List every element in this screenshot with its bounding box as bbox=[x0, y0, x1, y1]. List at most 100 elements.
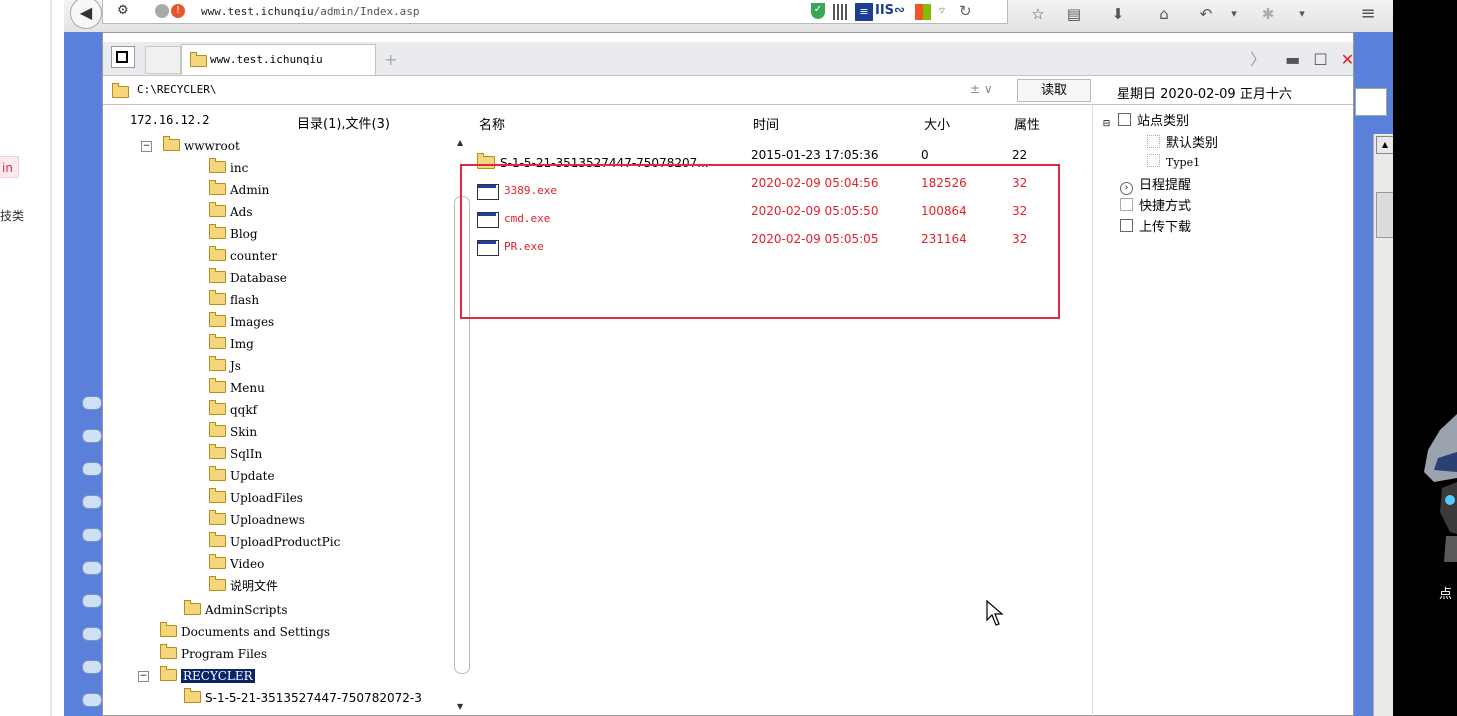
tree-node[interactable]: 说明文件 bbox=[209, 576, 278, 596]
tree-node[interactable]: Blog bbox=[209, 224, 258, 244]
tree-node[interactable]: qqkf bbox=[209, 400, 257, 420]
dropdown-arrow-icon[interactable]: ▿ bbox=[939, 3, 945, 17]
folder-icon bbox=[209, 224, 226, 239]
background-search-input[interactable] bbox=[1355, 88, 1387, 116]
tree-node[interactable]: counter bbox=[209, 246, 277, 266]
windows-icon[interactable] bbox=[915, 4, 931, 20]
reload-icon[interactable]: ↻ bbox=[959, 2, 972, 20]
file-attr: 22 bbox=[1012, 148, 1028, 162]
col-name-header[interactable]: 名称 bbox=[479, 114, 505, 133]
tree-node-selected[interactable]: − RECYCLER bbox=[138, 666, 255, 686]
cloud-icon[interactable] bbox=[82, 429, 102, 443]
collapse-icon[interactable]: − bbox=[141, 141, 152, 152]
identity-icon[interactable]: ⚙ bbox=[117, 3, 129, 18]
minimize-icon[interactable]: ▬ bbox=[1285, 50, 1300, 69]
addon-dropdown-icon[interactable]: ▾ bbox=[1290, 4, 1314, 24]
highlight-box bbox=[460, 164, 1060, 319]
cloud-icon[interactable] bbox=[82, 693, 102, 707]
close-icon[interactable]: ✕ bbox=[1341, 50, 1354, 69]
scroll-up-icon[interactable]: ▲ bbox=[457, 138, 463, 147]
tab-blank[interactable] bbox=[145, 46, 181, 74]
cloud-icon[interactable] bbox=[82, 594, 102, 608]
addon-icon[interactable]: ✱ bbox=[1256, 4, 1280, 24]
tree-node[interactable]: UploadFiles bbox=[209, 488, 303, 508]
window-controls: 〉 ▬ ☐ ✕ bbox=[1250, 46, 1354, 70]
scroll-down-icon[interactable]: ▼ bbox=[457, 702, 463, 711]
tree-node[interactable]: SqlIn bbox=[209, 444, 262, 464]
globe-icon bbox=[155, 4, 169, 18]
schedule-node[interactable]: › 日程提醒 bbox=[1120, 174, 1191, 195]
tab-active[interactable]: www.test.ichunqiu bbox=[181, 44, 376, 75]
shield-icon[interactable]: ✓ bbox=[811, 3, 825, 19]
cloud-icon[interactable] bbox=[82, 627, 102, 641]
tree-node[interactable]: Documents and Settings bbox=[160, 622, 330, 642]
tree-node[interactable]: flash bbox=[209, 290, 259, 310]
cloud-icon[interactable] bbox=[82, 495, 102, 509]
undo-dropdown-icon[interactable]: ▾ bbox=[1222, 4, 1246, 24]
sidebar-tree: ⊟ 站点类别 默认类别 Type1 › 日程提醒 快捷方式 上传下载 bbox=[1092, 106, 1353, 716]
col-size-header[interactable]: 大小 bbox=[924, 114, 950, 133]
tree-node[interactable]: Uploadnews bbox=[209, 510, 305, 530]
cloud-icon[interactable] bbox=[82, 528, 102, 542]
url-text[interactable]: www.test.ichunqiu/admin/Index.asp bbox=[201, 5, 420, 18]
home-icon[interactable]: ⌂ bbox=[1152, 4, 1176, 24]
reading-list-icon[interactable]: ▤ bbox=[1062, 4, 1086, 24]
undo-icon[interactable]: ↶ bbox=[1194, 4, 1218, 24]
bookmark-star-icon[interactable]: ☆ bbox=[1026, 4, 1050, 24]
folder-icon bbox=[184, 600, 201, 615]
type1-node[interactable]: Type1 bbox=[1147, 154, 1200, 169]
path-input[interactable]: C:\RECYCLER\ bbox=[137, 83, 216, 96]
folder-icon bbox=[112, 83, 129, 98]
default-category-node[interactable]: 默认类别 bbox=[1147, 132, 1218, 151]
tree-node[interactable]: Skin bbox=[209, 422, 257, 442]
tree-node[interactable]: − wwwroot bbox=[141, 136, 240, 156]
qrcode-icon[interactable] bbox=[833, 4, 849, 20]
tree-node[interactable]: Img bbox=[209, 334, 254, 354]
maximize-icon[interactable]: ☐ bbox=[1313, 50, 1327, 69]
scroll-up-icon[interactable]: ▲ bbox=[1376, 136, 1394, 154]
cloud-icon[interactable] bbox=[82, 396, 102, 410]
menu-icon[interactable]: ≡ bbox=[1356, 4, 1380, 24]
tree-node[interactable]: S-1-5-21-3513527447-750782072-3 bbox=[184, 688, 422, 708]
new-tab-button[interactable]: + bbox=[384, 50, 397, 69]
url-bar[interactable]: ⚙ ! www.test.ichunqiu/admin/Index.asp ✓ … bbox=[102, 0, 1008, 24]
folder-icon bbox=[209, 488, 226, 503]
tree-node[interactable]: Program Files bbox=[160, 644, 267, 664]
collapse-icon[interactable]: ⊟ bbox=[1101, 119, 1112, 130]
folder-icon bbox=[209, 378, 226, 393]
cloud-icon[interactable] bbox=[82, 462, 102, 476]
chevron-right-icon[interactable]: 〉 bbox=[1250, 50, 1266, 69]
download-icon[interactable]: ⬇ bbox=[1106, 4, 1130, 24]
tree-node[interactable]: Js bbox=[209, 356, 241, 376]
tree-node[interactable]: Video bbox=[209, 554, 264, 574]
tree-node[interactable]: inc bbox=[209, 158, 248, 178]
seo-icon[interactable]: ≡ bbox=[855, 3, 873, 21]
upload-download-node[interactable]: 上传下载 bbox=[1120, 216, 1191, 235]
admin-tab-fragment[interactable]: in bbox=[0, 156, 19, 178]
read-button[interactable]: 读取 bbox=[1017, 79, 1091, 102]
col-time-header[interactable]: 时间 bbox=[753, 114, 779, 133]
cloud-icon[interactable] bbox=[82, 561, 102, 575]
tree-node[interactable]: Admin bbox=[209, 180, 269, 200]
tree-node[interactable]: AdminScripts bbox=[184, 600, 287, 620]
tree-node[interactable]: Update bbox=[209, 466, 275, 486]
tree-node[interactable]: Database bbox=[209, 268, 287, 288]
shortcut-node[interactable]: 快捷方式 bbox=[1120, 195, 1191, 214]
tree-node[interactable]: UploadProductPic bbox=[209, 532, 340, 552]
sidebar-toggle-button[interactable] bbox=[111, 46, 135, 68]
url-host: www.test.ichunqiu bbox=[201, 5, 314, 18]
cloud-icon[interactable] bbox=[82, 660, 102, 674]
mascot-avatar[interactable] bbox=[1420, 412, 1457, 562]
mouse-cursor-icon bbox=[986, 600, 1004, 626]
file-name[interactable]: S-1-5-21-3513527447-75078207... bbox=[477, 148, 709, 170]
path-dropdown[interactable]: ± ∨ bbox=[970, 82, 993, 96]
collapse-icon[interactable]: − bbox=[138, 671, 149, 682]
folder-icon bbox=[209, 532, 226, 547]
tree-node[interactable]: Ads bbox=[209, 202, 253, 222]
tree-node[interactable]: Menu bbox=[209, 378, 265, 398]
tree-node[interactable]: Images bbox=[209, 312, 274, 332]
site-category-node[interactable]: ⊟ 站点类别 bbox=[1101, 110, 1189, 130]
folder-icon bbox=[209, 422, 226, 437]
col-attr-header[interactable]: 属性 bbox=[1014, 114, 1040, 133]
iis-icon[interactable]: IIS∾ bbox=[875, 3, 905, 18]
